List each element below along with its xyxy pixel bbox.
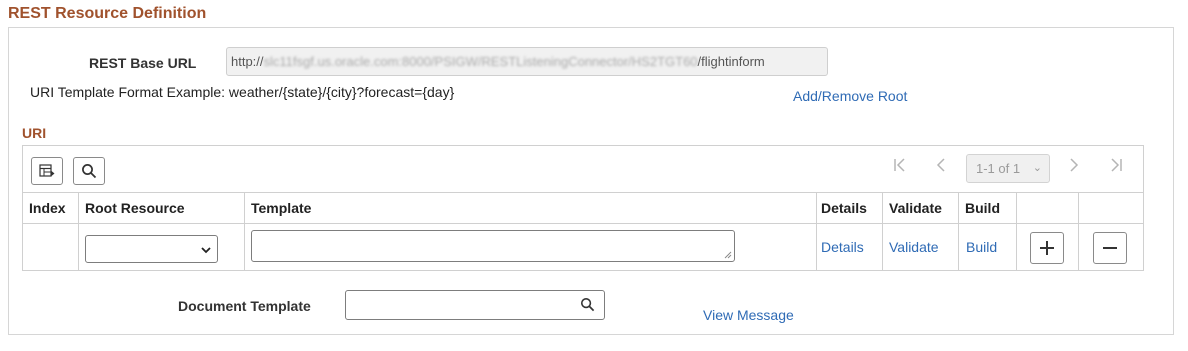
search-icon (82, 164, 97, 179)
view-message-link[interactable]: View Message (703, 307, 794, 323)
base-url-obscured: slc11fsgf.us.oracle.com:8000/PSIGW/RESTL… (263, 54, 698, 69)
add-row-button[interactable] (1030, 232, 1064, 264)
column-header-validate: Validate (889, 200, 942, 216)
column-header-root-resource: Root Resource (85, 200, 185, 216)
next-page-icon[interactable] (1069, 158, 1079, 177)
base-url-label: REST Base URL (89, 55, 197, 71)
document-template-label: Document Template (178, 298, 311, 314)
validate-link[interactable]: Validate (889, 239, 939, 255)
uri-grid-title: URI (22, 125, 47, 141)
personalize-grid-button[interactable] (31, 157, 63, 185)
grid-personalize-icon (39, 164, 55, 177)
pager-range-select[interactable]: 1-1 of 1 ⌄ (966, 154, 1050, 183)
resize-handle-icon[interactable] (724, 251, 732, 259)
uri-grid: 1-1 of 1 ⌄ Index Root Resource Template … (22, 145, 1144, 271)
last-page-icon[interactable] (1109, 158, 1123, 177)
template-textarea[interactable] (251, 230, 735, 262)
column-header-build: Build (965, 200, 1000, 216)
build-link[interactable]: Build (966, 239, 997, 255)
pager-range-label: 1-1 of 1 (976, 161, 1021, 176)
chevron-down-icon (201, 247, 211, 254)
search-icon[interactable] (580, 297, 595, 312)
previous-page-icon[interactable] (936, 158, 946, 177)
base-url-field: http://slc11fsgf.us.oracle.com:8000/PSIG… (226, 47, 828, 76)
minus-icon (1103, 247, 1117, 249)
column-header-index: Index (29, 200, 66, 216)
add-remove-root-link[interactable]: Add/Remove Root (793, 88, 907, 104)
base-url-prefix: http:// (231, 54, 264, 69)
plus-icon (1040, 241, 1054, 255)
details-link[interactable]: Details (821, 239, 864, 255)
delete-row-button[interactable] (1093, 232, 1127, 264)
document-template-input[interactable] (345, 290, 605, 320)
find-in-grid-button[interactable] (73, 157, 105, 185)
root-resource-select[interactable] (85, 235, 218, 263)
chevron-down-icon: ⌄ (1032, 162, 1042, 174)
base-url-suffix: /flightinform (697, 54, 765, 69)
section-title: REST Resource Definition (8, 5, 207, 22)
column-header-template: Template (251, 200, 312, 216)
first-page-icon[interactable] (893, 158, 907, 177)
uri-example-text: URI Template Format Example: weather/{st… (30, 84, 455, 100)
column-header-details: Details (821, 200, 867, 216)
